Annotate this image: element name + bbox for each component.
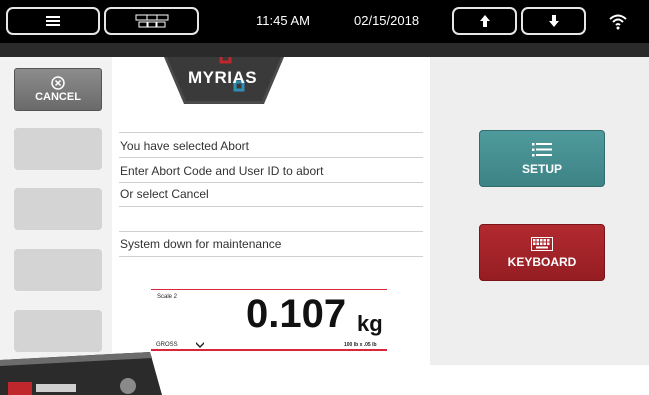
clock-time: 11:45 AM <box>256 13 310 28</box>
message-divider <box>119 157 423 158</box>
arrow-up-icon <box>479 15 490 27</box>
arrow-down-icon <box>548 15 559 27</box>
side-slot-button-3[interactable] <box>14 249 102 291</box>
zero-center-icon <box>196 342 204 348</box>
message-divider <box>119 206 423 207</box>
scale-terminal-device <box>0 352 162 395</box>
scale-name: Scale 2 <box>157 294 178 300</box>
scroll-up-button[interactable] <box>452 7 517 35</box>
message-line-1: You have selected Abort <box>120 139 249 153</box>
keyboard-icon <box>531 236 553 251</box>
side-slot-button-4[interactable] <box>14 310 102 352</box>
right-panel <box>430 57 649 365</box>
scale-mode: GROSS <box>156 342 178 348</box>
keyboard-button[interactable]: KEYBOARD <box>479 224 605 281</box>
message-divider <box>119 231 423 232</box>
side-slot-button-1[interactable] <box>14 128 102 170</box>
scale-weight-unit: kg <box>357 311 383 336</box>
cancel-button[interactable]: CANCEL <box>14 68 102 111</box>
top-bar: 11:45 AM 02/15/2018 <box>0 0 649 43</box>
message-line-2: Enter Abort Code and User ID to abort <box>120 164 324 178</box>
message-line-3: Or select Cancel <box>120 187 209 201</box>
grid-icon <box>135 14 168 28</box>
menu-button[interactable] <box>6 7 100 35</box>
cancel-label: CANCEL <box>35 91 81 103</box>
cancel-circle-icon <box>51 76 65 90</box>
scale-top-rule <box>151 289 387 290</box>
scale-weight-value: 0.107 <box>246 292 347 336</box>
grid-button[interactable] <box>104 7 199 35</box>
scroll-down-button[interactable] <box>521 7 586 35</box>
wifi-icon <box>609 14 627 30</box>
hamburger-icon <box>46 16 60 26</box>
setup-button[interactable]: SETUP <box>479 130 605 187</box>
setup-label: SETUP <box>521 161 562 176</box>
keyboard-label: KEYBOARD <box>507 254 577 269</box>
scale-bottom-rule <box>151 349 387 351</box>
side-slot-button-2[interactable] <box>14 188 102 230</box>
list-icon <box>532 142 552 156</box>
message-divider <box>119 182 423 183</box>
clock-date: 02/15/2018 <box>354 13 420 28</box>
message-divider <box>119 132 423 133</box>
message-divider <box>119 256 423 257</box>
header-stripe <box>0 43 649 57</box>
scale-capacity: 100 lb x .05 lb <box>344 342 377 348</box>
brand-logo: MYRIAS <box>188 68 258 87</box>
message-line-5: System down for maintenance <box>120 237 282 251</box>
